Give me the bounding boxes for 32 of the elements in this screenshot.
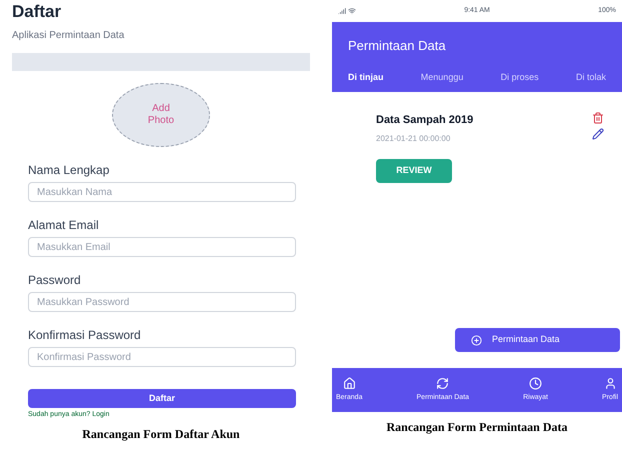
field-label: Alamat Email xyxy=(28,217,100,234)
request-date: 2021-01-21 00:00:00 xyxy=(376,132,452,144)
add-photo-button[interactable]: Add Photo xyxy=(112,83,210,147)
history-icon xyxy=(529,376,542,390)
form-subtitle: Aplikasi Permintaan Data xyxy=(12,29,126,43)
figure-caption: Rancangan Form Permintaan Data xyxy=(386,419,568,436)
input-field[interactable]: Konfirmasi Password xyxy=(28,347,296,367)
wifi-icon xyxy=(348,7,356,15)
field-label: Password xyxy=(28,272,82,289)
field-label: Nama Lengkap xyxy=(28,162,110,179)
request-data-button[interactable]: Permintaan Data xyxy=(455,328,620,352)
status-tab[interactable]: Menunggu xyxy=(420,70,464,84)
request-title: Data Sampah 2019 xyxy=(376,113,474,128)
status-tab[interactable]: Di tolak xyxy=(576,70,606,84)
plus-icon xyxy=(471,334,482,346)
sync-icon xyxy=(436,376,450,390)
form-title: Daftar xyxy=(12,2,62,22)
screen-title: Permintaan Data xyxy=(348,37,447,55)
input-field[interactable]: Masukkan Email xyxy=(28,237,296,257)
review-button[interactable]: REVIEW xyxy=(376,158,452,182)
trash-icon[interactable] xyxy=(592,112,604,124)
status-tab[interactable]: Di proses xyxy=(500,70,539,84)
register-button[interactable]: Daftar xyxy=(28,389,296,408)
input-field[interactable]: Masukkan Password xyxy=(28,292,296,312)
figure-caption: Rancangan Form Daftar Akun xyxy=(82,426,240,442)
status-tab[interactable]: Di tinjau xyxy=(348,70,384,84)
field-label: Konfirmasi Password xyxy=(28,327,142,344)
input-field[interactable]: Masukkan Nama xyxy=(28,182,296,202)
signal-icon xyxy=(338,7,346,15)
pencil-icon[interactable] xyxy=(592,128,604,140)
profile-icon xyxy=(604,376,617,390)
home-icon xyxy=(342,376,356,390)
